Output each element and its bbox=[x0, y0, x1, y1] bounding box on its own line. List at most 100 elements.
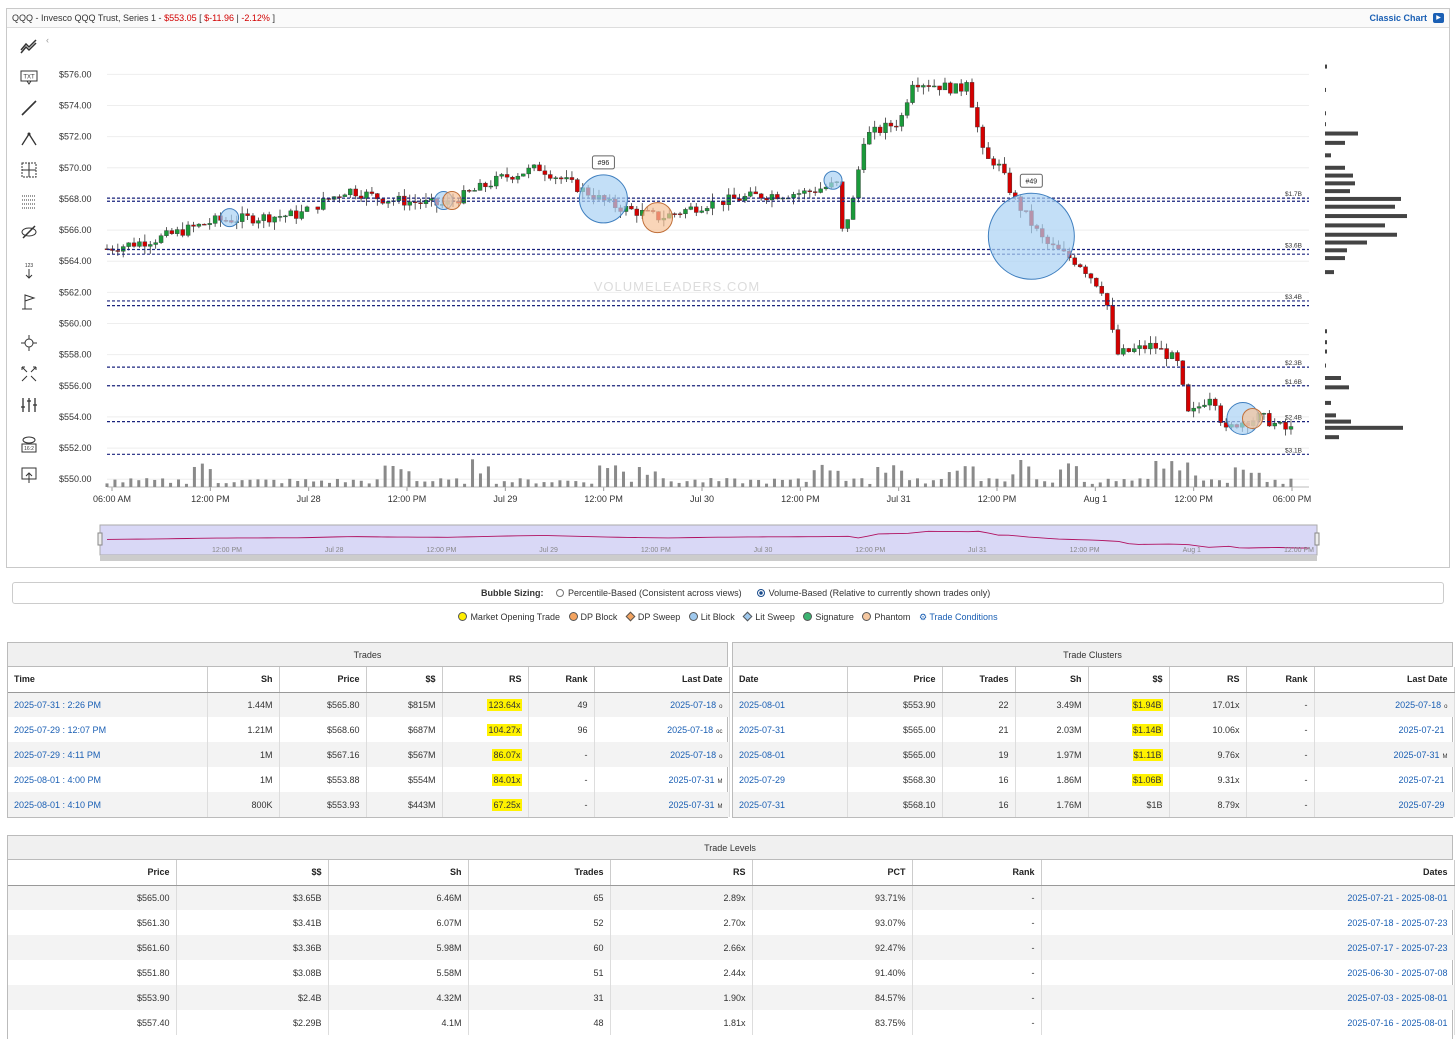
cluster-date-cell[interactable]: 2025-07-29 bbox=[733, 767, 848, 792]
cluster-last-date-link[interactable]: 2025-07-31 bbox=[1393, 750, 1439, 760]
col-sh[interactable]: Sh bbox=[1015, 667, 1089, 693]
line-icon[interactable] bbox=[15, 95, 43, 121]
trade-last-date-cell[interactable]: 2025-07-18 o bbox=[594, 692, 730, 717]
flag-icon[interactable] bbox=[15, 289, 43, 315]
trade-last-date-cell[interactable]: 2025-07-18 oc bbox=[594, 717, 730, 742]
crosshair-icon[interactable] bbox=[15, 157, 43, 183]
col-dollars[interactable]: $$ bbox=[1088, 667, 1170, 693]
col-rs[interactable]: RS bbox=[1169, 667, 1247, 693]
price-chart[interactable]: $576.00 $574.00 $572.00 $570.00 $568.00 $566.… bbox=[47, 29, 1447, 567]
trade-conditions-link[interactable]: ⚙ Trade Conditions bbox=[919, 612, 998, 623]
cluster-last-date-link[interactable]: 2025-07-21 bbox=[1398, 725, 1444, 735]
trade-time-link[interactable]: 2025-08-01 : 4:10 PM bbox=[14, 800, 101, 810]
col-sh[interactable]: Sh bbox=[207, 667, 280, 693]
volume-radio[interactable] bbox=[756, 589, 765, 597]
col-rank[interactable]: Rank bbox=[528, 667, 595, 693]
fullscreen-icon[interactable] bbox=[15, 361, 43, 387]
cluster-last-date-cell[interactable]: 2025-07-29 bbox=[1314, 792, 1455, 817]
classic-chart-icon[interactable]: ▶ bbox=[1433, 13, 1444, 23]
col-trades[interactable]: Trades bbox=[468, 860, 611, 886]
measure-icon[interactable]: 123 bbox=[15, 258, 43, 284]
cluster-date-link[interactable]: 2025-07-29 bbox=[739, 775, 785, 785]
cluster-date-cell[interactable]: 2025-08-01 bbox=[733, 692, 848, 717]
level-dates-cell[interactable]: 2025-07-16 - 2025-08-01 bbox=[1041, 1010, 1455, 1035]
pattern-icon[interactable] bbox=[15, 126, 43, 152]
col-last-date[interactable]: Last Date bbox=[594, 667, 730, 693]
trade-last-date-link[interactable]: 2025-07-18 bbox=[670, 750, 716, 760]
col-trades[interactable]: Trades bbox=[942, 667, 1016, 693]
legend-phantom[interactable]: Phantom bbox=[862, 612, 910, 622]
col-time[interactable]: Time bbox=[8, 667, 208, 693]
legend-market-opening[interactable]: Market Opening Trade bbox=[458, 612, 560, 622]
grid-icon[interactable] bbox=[15, 188, 43, 214]
cluster-last-date-cell[interactable]: 2025-07-21 bbox=[1314, 767, 1455, 792]
export-icon[interactable] bbox=[15, 462, 43, 488]
trade-time-link[interactable]: 2025-07-29 : 12:07 PM bbox=[14, 725, 106, 735]
trade-time-cell[interactable]: 2025-07-29 : 12:07 PM bbox=[8, 717, 208, 742]
col-price[interactable]: Price bbox=[8, 860, 177, 886]
trade-last-date-link[interactable]: 2025-07-31 bbox=[668, 800, 714, 810]
col-pct[interactable]: PCT bbox=[752, 860, 913, 886]
trade-last-date-cell[interactable]: 2025-07-18 o bbox=[594, 742, 730, 767]
legend-dp-block[interactable]: DP Block bbox=[568, 612, 617, 622]
cluster-last-date-cell[interactable]: 2025-07-18 o bbox=[1314, 692, 1455, 717]
adjust-icon[interactable] bbox=[15, 392, 43, 418]
col-last-date[interactable]: Last Date bbox=[1314, 667, 1455, 693]
cluster-date-link[interactable]: 2025-07-31 bbox=[739, 725, 785, 735]
classic-chart-link[interactable]: Classic Chart bbox=[1369, 13, 1427, 23]
cluster-date-link[interactable]: 2025-08-01 bbox=[739, 700, 785, 710]
trade-time-cell[interactable]: 2025-08-01 : 4:10 PM bbox=[8, 792, 208, 817]
trade-last-date-link[interactable]: 2025-07-31 bbox=[668, 775, 714, 785]
col-dollars[interactable]: $$ bbox=[176, 860, 329, 886]
trade-time-cell[interactable]: 2025-07-29 : 4:11 PM bbox=[8, 742, 208, 767]
view-icon[interactable]: 16:2 bbox=[15, 431, 43, 457]
legend-signature[interactable]: Signature bbox=[803, 612, 854, 622]
cluster-last-date-cell[interactable]: 2025-07-31 M bbox=[1314, 742, 1455, 767]
level-dates-link[interactable]: 2025-06-30 - 2025-07-08 bbox=[1347, 968, 1447, 978]
trade-last-date-cell[interactable]: 2025-07-31 M bbox=[594, 767, 730, 792]
cluster-date-cell[interactable]: 2025-08-01 bbox=[733, 742, 848, 767]
trade-time-link[interactable]: 2025-07-31 : 2:26 PM bbox=[14, 700, 101, 710]
trade-time-cell[interactable]: 2025-07-31 : 2:26 PM bbox=[8, 692, 208, 717]
col-sh[interactable]: Sh bbox=[328, 860, 469, 886]
cluster-last-date-link[interactable]: 2025-07-21 bbox=[1398, 775, 1444, 785]
trend-lines-icon[interactable] bbox=[15, 33, 43, 59]
cluster-last-date-link[interactable]: 2025-07-29 bbox=[1398, 800, 1444, 810]
level-dates-cell[interactable]: 2025-07-21 - 2025-08-01 bbox=[1041, 885, 1455, 910]
col-dates[interactable]: Dates bbox=[1041, 860, 1455, 886]
level-dates-link[interactable]: 2025-07-16 - 2025-08-01 bbox=[1347, 1018, 1447, 1028]
level-dates-link[interactable]: 2025-07-17 - 2025-07-23 bbox=[1347, 943, 1447, 953]
col-rs[interactable]: RS bbox=[442, 667, 529, 693]
level-dates-link[interactable]: 2025-07-18 - 2025-07-23 bbox=[1347, 918, 1447, 928]
level-dates-cell[interactable]: 2025-07-17 - 2025-07-23 bbox=[1041, 935, 1455, 960]
trade-time-cell[interactable]: 2025-08-01 : 4:00 PM bbox=[8, 767, 208, 792]
legend-lit-sweep[interactable]: Lit Sweep bbox=[742, 611, 795, 622]
col-rank[interactable]: Rank bbox=[912, 860, 1042, 886]
col-date[interactable]: Date bbox=[733, 667, 848, 693]
trade-time-link[interactable]: 2025-07-29 : 4:11 PM bbox=[14, 750, 100, 760]
zoom-icon[interactable] bbox=[15, 330, 43, 356]
col-rank[interactable]: Rank bbox=[1246, 667, 1315, 693]
level-dates-cell[interactable]: 2025-06-30 - 2025-07-08 bbox=[1041, 960, 1455, 985]
hide-icon[interactable] bbox=[15, 219, 43, 245]
trade-time-link[interactable]: 2025-08-01 : 4:00 PM bbox=[14, 775, 101, 785]
col-price[interactable]: Price bbox=[847, 667, 943, 693]
cluster-date-cell[interactable]: 2025-07-31 bbox=[733, 792, 848, 817]
trade-last-date-link[interactable]: 2025-07-18 bbox=[667, 725, 713, 735]
trade-last-date-cell[interactable]: 2025-07-31 M bbox=[594, 792, 730, 817]
level-dates-cell[interactable]: 2025-07-18 - 2025-07-23 bbox=[1041, 910, 1455, 935]
cluster-last-date-cell[interactable]: 2025-07-21 bbox=[1314, 717, 1455, 742]
percentile-option[interactable]: Percentile-Based (Consistent across view… bbox=[568, 588, 742, 598]
cluster-date-link[interactable]: 2025-08-01 bbox=[739, 750, 785, 760]
level-dates-link[interactable]: 2025-07-21 - 2025-08-01 bbox=[1347, 893, 1447, 903]
text-icon[interactable]: TXT bbox=[15, 64, 43, 90]
trade-last-date-link[interactable]: 2025-07-18 bbox=[670, 700, 716, 710]
cluster-date-link[interactable]: 2025-07-31 bbox=[739, 800, 785, 810]
cluster-last-date-link[interactable]: 2025-07-18 bbox=[1395, 700, 1441, 710]
level-dates-link[interactable]: 2025-07-03 - 2025-08-01 bbox=[1347, 993, 1447, 1003]
volume-option[interactable]: Volume-Based (Relative to currently show… bbox=[769, 588, 991, 598]
legend-lit-block[interactable]: Lit Block bbox=[688, 612, 735, 622]
cluster-date-cell[interactable]: 2025-07-31 bbox=[733, 717, 848, 742]
col-dollars[interactable]: $$ bbox=[366, 667, 443, 693]
percentile-radio[interactable] bbox=[556, 589, 565, 597]
